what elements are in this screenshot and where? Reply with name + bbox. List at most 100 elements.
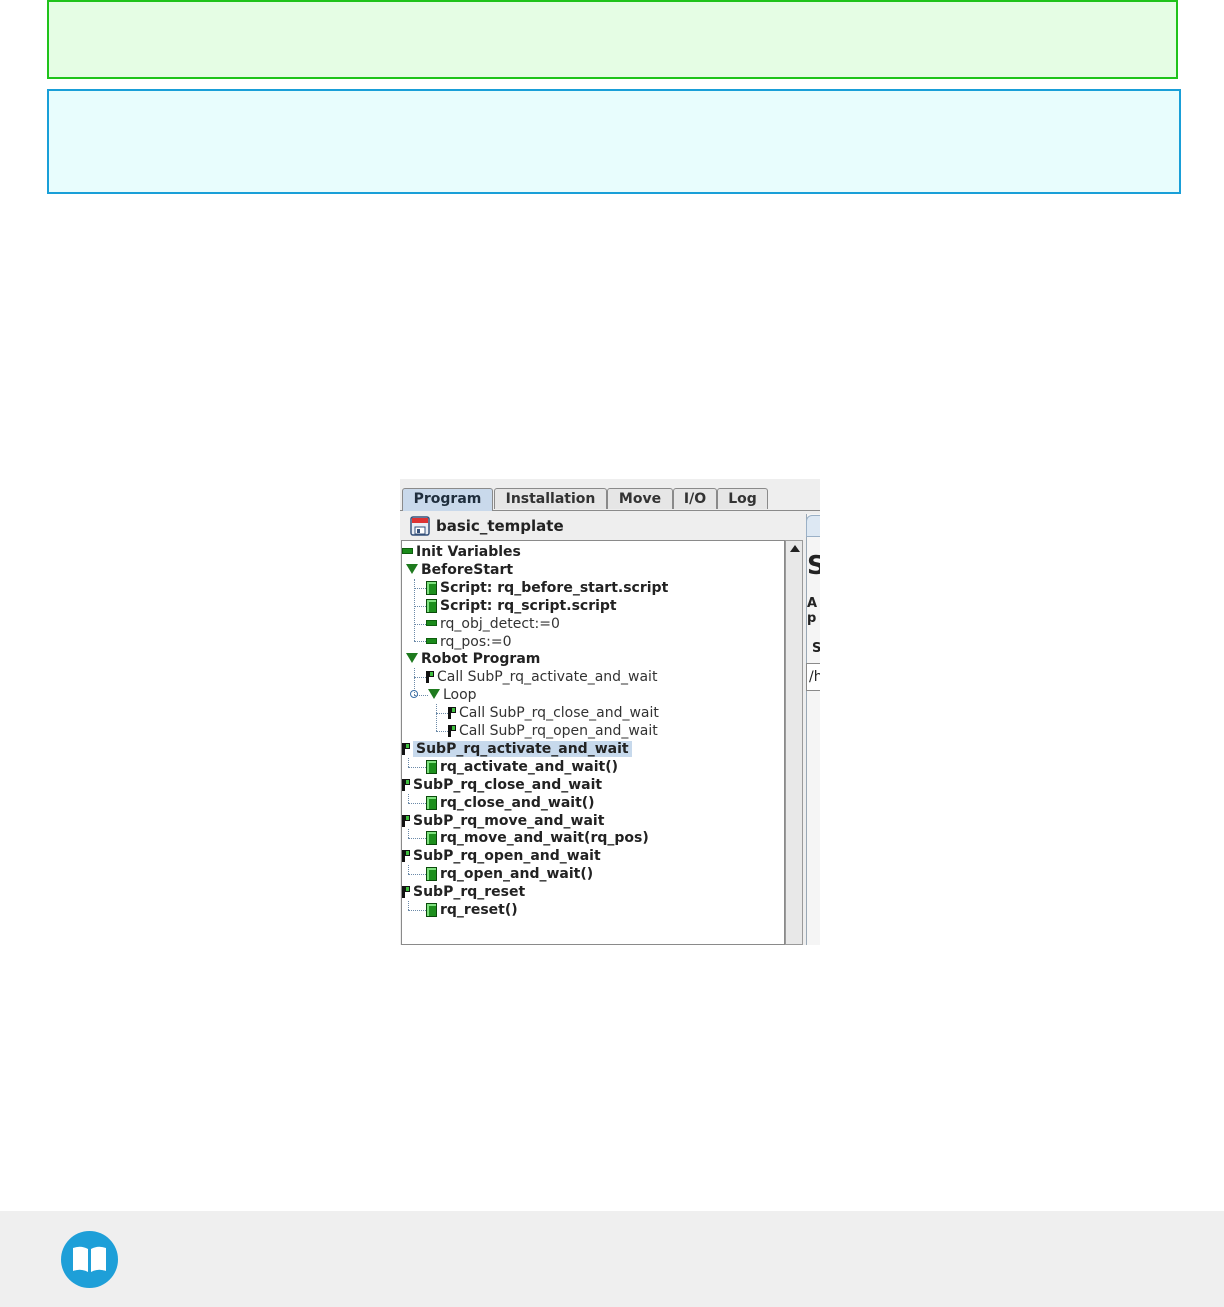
tab-io[interactable]: I/O [673, 488, 717, 509]
book-icon [61, 1231, 118, 1288]
tree-node[interactable]: Script: rq_before_start.script [426, 579, 668, 597]
tree-connector-line [436, 704, 437, 731]
tree-node[interactable]: SubP_rq_open_and_wait [402, 847, 601, 865]
call-flag-icon [448, 707, 456, 720]
tree-node-label: BeforeStart [421, 561, 514, 578]
tree-connector-line [408, 901, 409, 910]
tab-log[interactable]: Log [717, 488, 768, 509]
tree-node[interactable]: Loop [428, 686, 477, 704]
tree-connector-line [414, 587, 426, 589]
tree-node-label: Call SubP_rq_open_and_wait [459, 723, 658, 739]
tree-connector-line [408, 829, 409, 839]
tree-node[interactable]: rq_open_and_wait() [426, 865, 593, 883]
tree-node[interactable]: rq_activate_and_wait() [426, 758, 618, 776]
tip-note-box [47, 0, 1178, 79]
collapse-triangle-icon[interactable] [406, 653, 418, 664]
tree-connector-line [414, 605, 426, 607]
polyscope-screenshot: Program Installation Move I/O Log basic_… [400, 479, 820, 945]
tree-node-label: Loop [443, 687, 477, 704]
tab-move[interactable]: Move [607, 488, 673, 509]
tree-node-label: rq_obj_detect:=0 [440, 615, 560, 632]
tree-connector-line [436, 730, 448, 732]
tab-program[interactable]: Program [402, 488, 493, 511]
tree-node[interactable]: SubP_rq_close_and_wait [402, 776, 602, 794]
tree-connector-line [436, 713, 448, 715]
subprogram-flag-icon [402, 742, 410, 755]
variable-icon [402, 548, 413, 554]
script-icon [426, 831, 437, 846]
subprogram-flag-icon [402, 886, 410, 899]
program-tree[interactable]: Init Variables BeforeStart Script: rq_befo… [401, 540, 785, 945]
save-file-icon[interactable] [410, 516, 430, 536]
tree-node-label: Script: rq_before_start.script [440, 579, 669, 596]
tree-node[interactable]: rq_close_and_wait() [426, 794, 595, 812]
tree-node[interactable]: rq_obj_detect:=0 [426, 615, 560, 633]
loop-expand-key-icon[interactable] [410, 690, 418, 699]
tree-node-label: Call SubP_rq_activate_and_wait [437, 669, 658, 686]
detail-text-line-1: A [807, 596, 818, 611]
collapse-triangle-icon[interactable] [428, 689, 440, 700]
tree-node-label: Call SubP_rq_close_and_wait [459, 705, 659, 722]
tree-node[interactable]: Call SubP_rq_open_and_wait [448, 722, 658, 740]
tree-connector-line [414, 641, 426, 643]
tree-node[interactable]: Script: rq_script.script [426, 597, 617, 615]
tree-node[interactable]: rq_reset() [426, 901, 518, 919]
info-note-box [47, 89, 1181, 194]
tree-connector-line [408, 909, 426, 911]
tree-connector-line [408, 874, 426, 876]
program-file-bar: basic_template [410, 515, 564, 537]
tree-node-label: rq_move_and_wait(rq_pos) [440, 830, 649, 847]
collapse-triangle-icon[interactable] [406, 563, 418, 574]
tree-node[interactable]: Call SubP_rq_close_and_wait [448, 704, 659, 722]
tree-node[interactable]: BeforeStart [406, 561, 513, 579]
subprogram-flag-icon [402, 814, 410, 827]
program-name: basic_template [436, 517, 564, 535]
script-icon [426, 867, 437, 882]
tree-connector-line [414, 623, 426, 625]
tree-node-label: SubP_rq_open_and_wait [413, 848, 601, 865]
tree-connector-line [408, 802, 426, 804]
tree-node[interactable]: Init Variables [402, 543, 521, 561]
tree-node-label: SubP_rq_move_and_wait [413, 812, 605, 829]
detail-field-label: S [812, 641, 820, 656]
tree-node-label: rq_close_and_wait() [440, 794, 595, 811]
tree-node[interactable]: rq_move_and_wait(rq_pos) [426, 829, 649, 847]
script-icon [426, 598, 437, 613]
script-icon [426, 580, 437, 595]
detail-tab[interactable] [806, 515, 820, 537]
tree-scrollbar[interactable] [785, 540, 803, 945]
tree-node-label: rq_open_and_wait() [440, 866, 594, 883]
subprogram-flag-icon [402, 850, 410, 863]
tree-connector-line [408, 757, 409, 767]
tree-node[interactable]: SubP_rq_reset [402, 883, 525, 901]
tree-node[interactable]: Robot Program [406, 650, 540, 668]
detail-heading: S [807, 551, 820, 581]
tree-node[interactable]: Call SubP_rq_activate_and_wait [426, 668, 657, 686]
tree-node[interactable]: SubP_rq_move_and_wait [402, 812, 604, 830]
scroll-up-arrow-icon[interactable] [790, 545, 800, 552]
script-icon [426, 759, 437, 774]
script-path-value: /h [809, 669, 820, 685]
detail-text-line-2: p [807, 611, 817, 626]
tree-connector-line [408, 793, 409, 803]
tree-node-label: rq_pos:=0 [440, 633, 512, 650]
tree-node-label: Robot Program [421, 651, 541, 668]
tree-node[interactable]: rq_pos:=0 [426, 633, 512, 651]
page-footer [0, 1211, 1224, 1307]
script-path-field[interactable]: /h [806, 663, 820, 691]
tree-connector-line [414, 677, 426, 679]
tab-bar: Program Installation Move I/O Log [400, 488, 820, 511]
tab-installation[interactable]: Installation [494, 488, 607, 509]
tree-node-label: SubP_rq_close_and_wait [413, 776, 603, 793]
call-flag-icon [448, 725, 456, 737]
call-flag-icon [426, 671, 434, 684]
tree-node-label: SubP_rq_activate_and_wait [413, 740, 632, 757]
variable-icon [426, 637, 437, 644]
script-icon [426, 795, 437, 810]
tree-node[interactable]: SubP_rq_activate_and_wait [402, 740, 632, 758]
tree-node-label: SubP_rq_reset [413, 884, 526, 901]
subprogram-flag-icon [402, 778, 410, 791]
tree-node-label: Script: rq_script.script [440, 597, 617, 614]
tree-connector-line [408, 838, 426, 840]
script-icon [426, 903, 437, 917]
